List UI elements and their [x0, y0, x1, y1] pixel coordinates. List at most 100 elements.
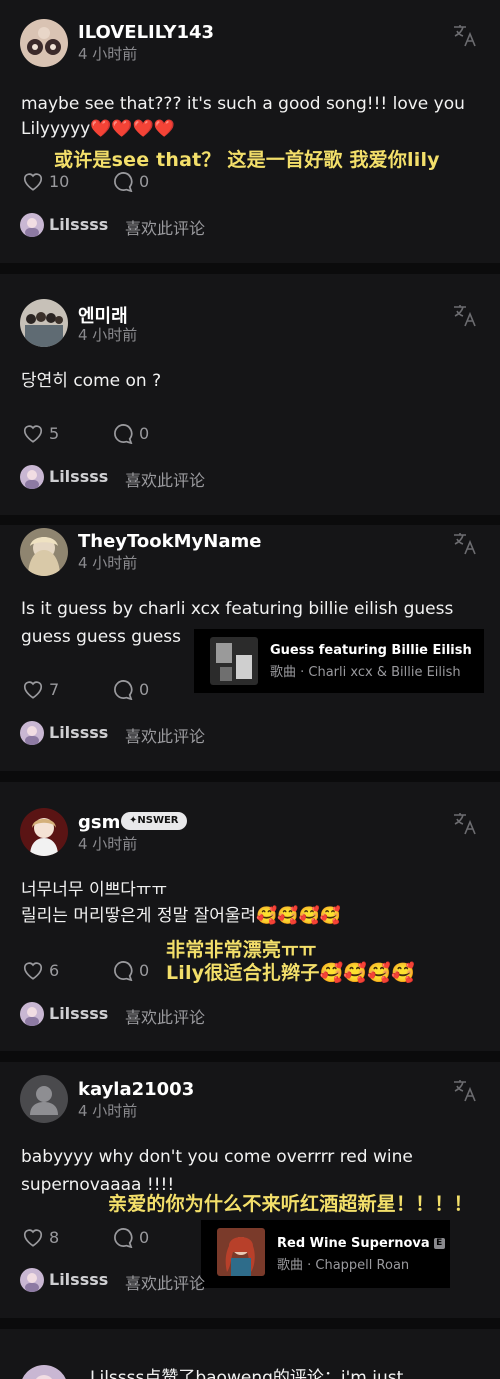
reply-count: 0: [139, 680, 150, 699]
liked-by[interactable]: Lilssss 喜欢此评论: [20, 465, 220, 490]
comment-card: gsm ✦NSWER 4 小时前 너무너무 이쁘다ㅠㅠ 릴리는 머리땋은게 정말…: [0, 782, 500, 1051]
reply-count: 0: [139, 961, 150, 980]
liker-name: Lilssss: [49, 215, 109, 234]
translate-icon[interactable]: [452, 302, 478, 328]
reply-count: 0: [139, 1228, 150, 1247]
avatar: [20, 1365, 68, 1379]
reply-button[interactable]: 0: [113, 1227, 163, 1249]
song-card[interactable]: Red Wine Supernova E 歌曲 · Chappell Roan: [201, 1220, 450, 1288]
like-count: 6: [49, 961, 60, 980]
song-meta: 歌曲 · Charli xcx & Billie Eilish: [270, 665, 461, 680]
like-count: 8: [49, 1228, 60, 1247]
reply-button[interactable]: 0: [113, 960, 158, 982]
comment-icon: [114, 680, 133, 700]
liked-by[interactable]: Lilssss 喜欢此评论: [20, 1268, 220, 1293]
liked-by[interactable]: Lilssss 喜欢此评论: [20, 1002, 220, 1027]
separator: [0, 1318, 500, 1329]
username[interactable]: kayla21003: [78, 1079, 194, 1100]
avatar[interactable]: [20, 19, 68, 67]
notification-row[interactable]: Lilssss点赞了baoweng的评论：i'm just: [0, 1329, 500, 1379]
comment-text: 너무너무 이쁘다ㅠㅠ: [21, 880, 168, 900]
username[interactable]: gsm: [78, 812, 120, 833]
liker-avatar: [20, 465, 44, 489]
avatar[interactable]: [20, 528, 68, 576]
username[interactable]: ILOVELILY143: [78, 22, 214, 43]
comment-text: maybe see that??? it's such a good song!…: [21, 94, 465, 114]
liker-name: Lilssss: [49, 723, 109, 742]
translate-icon[interactable]: [452, 22, 478, 48]
song-artwork: [210, 637, 258, 685]
heart-icon: [23, 173, 43, 191]
liker-name: Lilssss: [49, 467, 109, 486]
song-title: Red Wine Supernova E: [277, 1236, 445, 1251]
song-artwork: [217, 1228, 265, 1276]
translate-icon[interactable]: [452, 1077, 478, 1103]
liked-by[interactable]: Lilssss 喜欢此评论: [20, 721, 220, 746]
like-button[interactable]: 10: [22, 171, 82, 193]
liker-suffix: 喜欢此评论: [125, 1008, 206, 1027]
timestamp: 4 小时前: [78, 554, 138, 572]
avatar[interactable]: [20, 299, 68, 347]
comment-card: TheyTookMyName 4 小时前 Is it guess by char…: [0, 525, 500, 771]
reply-button[interactable]: 0: [113, 423, 163, 445]
song-card[interactable]: Guess featuring Billie Eilish 歌曲 · Charl…: [194, 629, 484, 693]
comment-text: 당연히 come on ?: [21, 371, 162, 391]
timestamp: 4 小时前: [78, 45, 138, 63]
explicit-badge: E: [433, 1238, 445, 1249]
like-count: 5: [49, 424, 60, 443]
heart-icon: [23, 681, 43, 699]
liker-name: Lilssss: [49, 1004, 109, 1023]
status-badge: ✦NSWER: [121, 812, 187, 830]
translation-caption: Lily很适合扎辫子🥰🥰🥰🥰: [166, 962, 415, 984]
comment-text: guess guess guess: [21, 627, 182, 647]
like-button[interactable]: 6: [22, 960, 82, 982]
song-title-text: Red Wine Supernova: [277, 1236, 430, 1251]
comment-card: 엔미래 4 小时前 당연히 come on ? 5 0 Lilssss 喜欢此评…: [0, 274, 500, 515]
liker-avatar: [20, 721, 44, 745]
translate-icon[interactable]: [452, 530, 478, 556]
liker-avatar: [20, 213, 44, 237]
like-button[interactable]: 8: [22, 1227, 82, 1249]
like-count: 7: [49, 680, 60, 699]
liker-suffix: 喜欢此评论: [125, 727, 206, 746]
comment-text: Is it guess by charli xcx featuring bill…: [21, 599, 454, 619]
separator: [0, 515, 500, 525]
reply-count: 0: [139, 172, 150, 191]
comment-text: Lilyyyyy❤️❤️❤️❤️: [21, 119, 175, 139]
reply-button[interactable]: 0: [113, 171, 163, 193]
username[interactable]: TheyTookMyName: [78, 531, 261, 552]
separator: [0, 1051, 500, 1062]
comment-card: kayla21003 4 小时前 babyyyy why don't you c…: [0, 1062, 500, 1318]
comment-icon: [114, 172, 133, 192]
separator: [0, 771, 500, 782]
heart-icon: [23, 425, 43, 443]
comment-text: 릴리는 머리땋은게 정말 잘어울려🥰🥰🥰🥰: [21, 906, 341, 926]
translation-caption: 亲爱的你为什么不来听红酒超新星！！！！: [108, 1193, 473, 1215]
liker-name: Lilssss: [49, 1270, 109, 1289]
song-title: Guess featuring Billie Eilish: [270, 643, 472, 658]
liker-avatar: [20, 1002, 44, 1026]
liker-suffix: 喜欢此评论: [125, 471, 206, 490]
like-count: 10: [49, 172, 70, 191]
translation-caption: 或许是see that？ 这是一首好歌 我爱你lily: [54, 149, 440, 171]
comment-icon: [114, 961, 133, 981]
heart-icon: [23, 1229, 43, 1247]
comment-text: babyyyy why don't you come overrrr red w…: [21, 1147, 413, 1167]
timestamp: 4 小时前: [78, 326, 138, 344]
avatar[interactable]: [20, 808, 68, 856]
reply-button[interactable]: 0: [113, 679, 163, 701]
avatar[interactable]: [20, 1075, 68, 1123]
song-meta: 歌曲 · Chappell Roan: [277, 1258, 410, 1273]
notification-text: Lilssss点赞了baoweng的评论：i'm just: [90, 1368, 404, 1379]
comment-icon: [114, 424, 133, 444]
timestamp: 4 小时前: [78, 835, 138, 853]
timestamp: 4 小时前: [78, 1102, 138, 1120]
comment-icon: [114, 1228, 133, 1248]
reply-count: 0: [139, 424, 150, 443]
liker-suffix: 喜欢此评论: [125, 1274, 206, 1293]
translate-icon[interactable]: [452, 810, 478, 836]
like-button[interactable]: 7: [22, 679, 82, 701]
like-button[interactable]: 5: [22, 423, 82, 445]
liker-avatar: [20, 1268, 44, 1292]
liked-by[interactable]: Lilssss 喜欢此评论: [20, 213, 220, 238]
